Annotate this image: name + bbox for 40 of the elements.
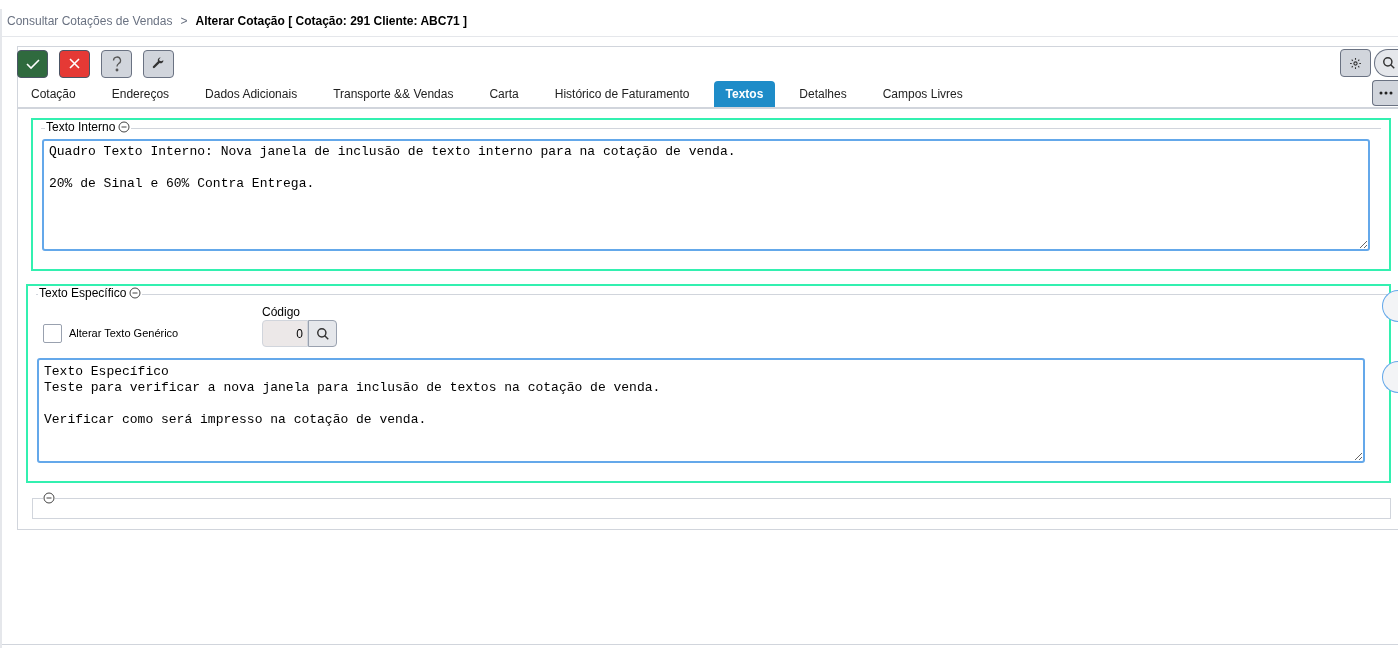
- search-button[interactable]: [308, 320, 337, 347]
- tab[interactable]: Dados Adicionais: [193, 81, 310, 107]
- search-icon: [315, 326, 330, 341]
- tab[interactable]: Endereços: [99, 81, 182, 107]
- tools-button[interactable]: [143, 49, 174, 78]
- page-title: Alterar Cotação [ Cotação: 291 Cliente: ABC71 ]: [195, 12, 468, 30]
- tab[interactable]: Campos Livres: [870, 81, 975, 107]
- side-handle[interactable]: [1382, 361, 1398, 393]
- field-label: Código: [262, 305, 302, 319]
- tab[interactable]: Cotação: [19, 81, 88, 107]
- confirm-button[interactable]: [17, 49, 48, 78]
- search-button[interactable]: [1374, 49, 1398, 77]
- section-title: Texto Específico: [39, 287, 127, 299]
- specific-text-field[interactable]: Texto Específico Teste para verificar a nova janela para inclusão de textos na cotação de venda. Verificar como será impresso na cotação de venda.: [37, 358, 1365, 463]
- tab[interactable]: Textos: [713, 81, 776, 107]
- tab[interactable]: Transporte && Vendas: [321, 81, 466, 107]
- collapse-icon[interactable]: [43, 492, 55, 504]
- checkbox-label: Alterar Texto Genérico: [69, 326, 179, 342]
- tab[interactable]: Carta: [477, 81, 531, 107]
- search-icon: [1382, 56, 1396, 70]
- breadcrumb-separator: >: [180, 12, 188, 30]
- question-mark-icon: [111, 55, 122, 72]
- close-icon: [69, 58, 80, 69]
- breadcrumb-link[interactable]: Consultar Cotações de Vendas: [7, 11, 173, 30]
- checkbox[interactable]: [43, 324, 62, 343]
- tab[interactable]: Detalhes: [787, 81, 859, 107]
- cancel-button[interactable]: [59, 49, 90, 78]
- wrench-icon: [152, 57, 165, 70]
- section-title: Texto Interno: [46, 121, 116, 133]
- code-field[interactable]: 0: [262, 320, 308, 347]
- settings-icon: [1349, 56, 1362, 70]
- tab[interactable]: Histórico de Faturamento: [542, 81, 702, 107]
- internal-text-field[interactable]: Quadro Texto Interno: Nova janela de inclusão de texto interno para na cotação de venda. 20% de Sinal e 60% Contra Entrega.: [42, 139, 1370, 251]
- more-icon: [1378, 91, 1393, 95]
- help-button[interactable]: [101, 49, 132, 78]
- check-icon: [25, 57, 40, 70]
- settings-button[interactable]: [1340, 49, 1371, 77]
- collapse-icon[interactable]: [118, 121, 131, 133]
- collapse-icon[interactable]: [129, 287, 142, 299]
- side-handle[interactable]: [1382, 290, 1398, 322]
